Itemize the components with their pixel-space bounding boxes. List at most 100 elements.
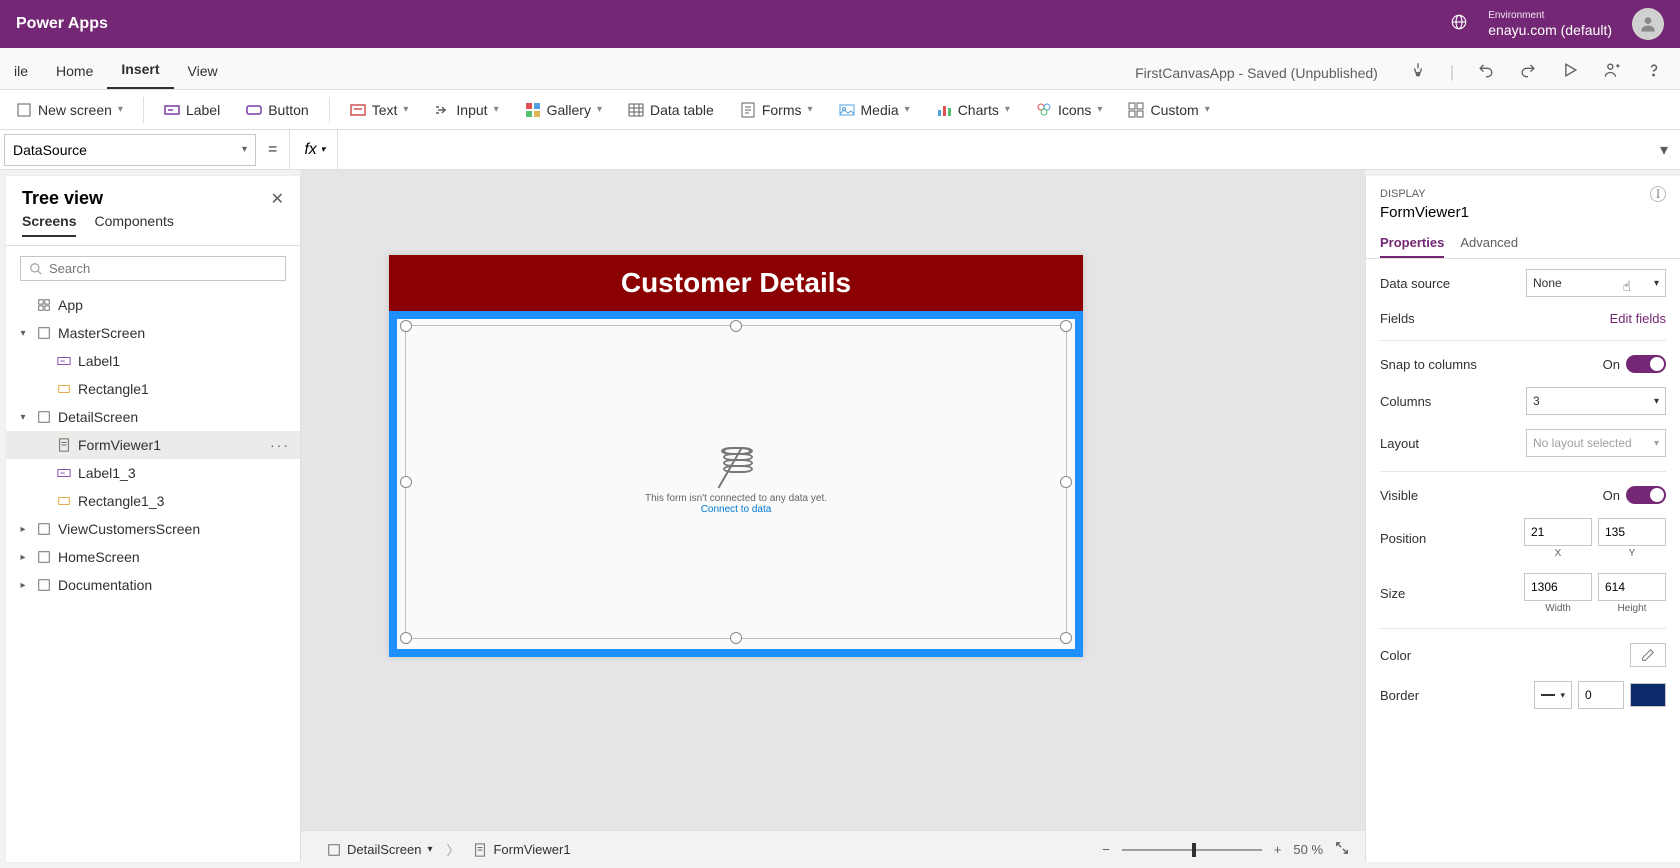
ribbon-button[interactable]: Button [236, 98, 318, 122]
formula-bar: DataSource▾ = fx▾ ▾ [0, 130, 1680, 170]
canvas[interactable]: Customer Details [301, 170, 1365, 868]
crumb-screen[interactable]: DetailScreen ▾ [317, 842, 442, 857]
position-x-input[interactable] [1524, 518, 1592, 546]
resize-handle[interactable] [1060, 632, 1072, 644]
label-icon [164, 102, 180, 118]
ribbon-charts[interactable]: Charts▾ [926, 98, 1020, 122]
ribbon-label[interactable]: Label [154, 98, 230, 122]
empty-form-placeholder: This form isn't connected to any data ye… [645, 449, 827, 515]
ribbon-input[interactable]: Input▾ [424, 98, 508, 122]
close-tree-icon[interactable]: ✕ [271, 189, 284, 209]
form-icon [56, 437, 72, 453]
tree-node-label1[interactable]: Label1 [6, 347, 300, 375]
help-icon[interactable] [1644, 60, 1664, 85]
zoom-controls: − + 50 % [1102, 841, 1349, 858]
prop-snap-label: Snap to columns [1380, 357, 1477, 372]
snap-state: On [1603, 357, 1620, 372]
tree-node-formviewer[interactable]: FormViewer1 ··· [6, 431, 300, 459]
screen-title-rect[interactable]: Customer Details [389, 255, 1083, 311]
tree-search-input[interactable] [49, 261, 277, 276]
tab-properties[interactable]: Properties [1380, 229, 1444, 258]
user-avatar[interactable] [1632, 8, 1664, 40]
screen-icon [36, 325, 52, 341]
resize-handle[interactable] [400, 320, 412, 332]
size-height-input[interactable] [1598, 573, 1666, 601]
tree-app-root[interactable]: App [6, 291, 300, 319]
border-style-dropdown[interactable]: ▾ [1534, 681, 1572, 709]
tree-node-master[interactable]: ▾ MasterScreen [6, 319, 300, 347]
ribbon-data-table[interactable]: Data table [618, 98, 724, 122]
gallery-icon [525, 102, 541, 118]
tab-advanced[interactable]: Advanced [1460, 229, 1518, 258]
fx-label[interactable]: fx▾ [289, 130, 338, 169]
ribbon-new-screen[interactable]: New screen▾ [6, 98, 133, 122]
info-icon[interactable]: i [1650, 186, 1666, 202]
ribbon-icons[interactable]: Icons▾ [1026, 98, 1113, 122]
formula-input[interactable] [338, 134, 1648, 166]
tree-node-doc[interactable]: ▸ Documentation [6, 571, 300, 599]
form-selection[interactable]: This form isn't connected to any data ye… [389, 311, 1083, 657]
tree-node-home[interactable]: ▸ HomeScreen [6, 543, 300, 571]
zoom-value: 50 % [1293, 842, 1323, 857]
resize-handle[interactable] [400, 476, 412, 488]
prop-size-label: Size [1380, 586, 1405, 601]
more-icon[interactable]: ··· [270, 437, 290, 453]
position-y-input[interactable] [1598, 518, 1666, 546]
connect-data-link[interactable]: Connect to data [645, 504, 827, 515]
visible-toggle[interactable] [1626, 486, 1666, 504]
color-picker[interactable] [1630, 643, 1666, 667]
zoom-in-icon[interactable]: + [1274, 842, 1282, 857]
size-width-input[interactable] [1524, 573, 1592, 601]
menu-view[interactable]: View [174, 53, 232, 89]
breadcrumb-bar: DetailScreen ▾ 〉 FormViewer1 − + 50 % [301, 830, 1365, 868]
tree-tab-components[interactable]: Components [94, 213, 173, 237]
resize-handle[interactable] [1060, 476, 1072, 488]
border-color-picker[interactable] [1630, 683, 1666, 707]
ribbon-gallery[interactable]: Gallery▾ [515, 98, 612, 122]
resize-handle[interactable] [730, 632, 742, 644]
screen-icon [36, 549, 52, 565]
ribbon-forms[interactable]: Forms▾ [730, 98, 823, 122]
checker-icon[interactable] [1408, 60, 1428, 85]
share-icon[interactable] [1602, 60, 1622, 85]
prop-datasource-dropdown[interactable]: None▾ ☝︎ [1526, 269, 1666, 297]
tree-node-rect1[interactable]: Rectangle1 [6, 375, 300, 403]
screen-icon [36, 409, 52, 425]
zoom-out-icon[interactable]: − [1102, 842, 1110, 857]
snap-toggle[interactable] [1626, 355, 1666, 373]
header-right: Environment enayu.com (default) [1450, 8, 1664, 40]
prop-layout-dropdown[interactable]: No layout selected▾ [1526, 429, 1666, 457]
ribbon: New screen▾ Label Button Text▾ Input▾ Ga… [0, 90, 1680, 130]
shape-icon [56, 381, 72, 397]
edit-fields-link[interactable]: Edit fields [1610, 311, 1666, 326]
zoom-slider[interactable] [1122, 849, 1262, 851]
menu-file[interactable]: ile [0, 53, 42, 89]
tree-search[interactable] [20, 256, 286, 281]
border-width-input[interactable] [1578, 681, 1624, 709]
tree-node-detail[interactable]: ▾ DetailScreen [6, 403, 300, 431]
tree-node-rect13[interactable]: Rectangle1_3 [6, 487, 300, 515]
tree-node-viewcust[interactable]: ▸ ViewCustomersScreen [6, 515, 300, 543]
fullscreen-icon[interactable] [1335, 841, 1349, 858]
play-icon[interactable] [1560, 60, 1580, 85]
globe-icon [1450, 13, 1468, 36]
tree-node-label13[interactable]: Label1_3 [6, 459, 300, 487]
undo-icon[interactable] [1476, 60, 1496, 85]
ribbon-media[interactable]: Media▾ [829, 98, 920, 122]
formula-expand-icon[interactable]: ▾ [1648, 140, 1680, 160]
tree-list: App ▾ MasterScreen Label1 Rectangle1 ▾ D… [6, 291, 300, 862]
prop-columns-dropdown[interactable]: 3▾ [1526, 387, 1666, 415]
ribbon-text[interactable]: Text▾ [340, 98, 419, 122]
tree-tab-screens[interactable]: Screens [22, 213, 76, 237]
menu-insert[interactable]: Insert [107, 51, 173, 89]
environment-display[interactable]: Environment enayu.com (default) [1488, 10, 1612, 39]
crumb-element[interactable]: FormViewer1 [463, 842, 580, 857]
property-dropdown[interactable]: DataSource▾ [4, 134, 256, 166]
resize-handle[interactable] [1060, 320, 1072, 332]
ribbon-custom[interactable]: Custom▾ [1118, 98, 1219, 122]
main-area: Tree view ✕ Screens Components App ▾ Mas… [0, 170, 1680, 868]
redo-icon[interactable] [1518, 60, 1538, 85]
menu-home[interactable]: Home [42, 53, 107, 89]
resize-handle[interactable] [730, 320, 742, 332]
resize-handle[interactable] [400, 632, 412, 644]
